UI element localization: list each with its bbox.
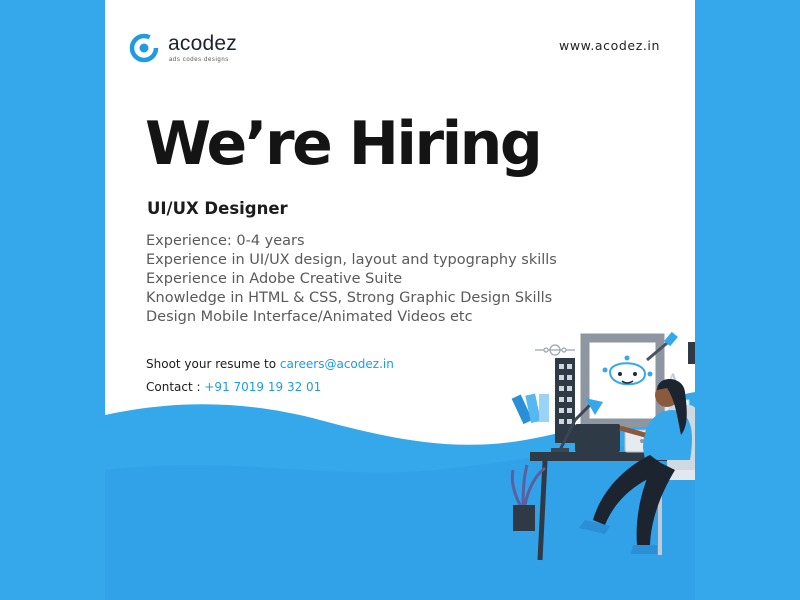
resume-label: Shoot your resume to: [146, 357, 277, 371]
designer-illustration: A: [510, 331, 695, 561]
requirement-item: Design Mobile Interface/Animated Videos …: [146, 309, 473, 325]
website-link[interactable]: www.acodez.in: [559, 38, 660, 53]
color-swatches: [511, 393, 549, 425]
brand-name: acodez: [168, 32, 237, 55]
requirement-item: Experience: 0-4 years: [146, 233, 305, 249]
phone-link[interactable]: +91 7019 19 32 01: [204, 380, 321, 394]
brand-logo[interactable]: acodez ads codes designs: [129, 33, 237, 63]
contact-label: Contact :: [146, 380, 201, 394]
requirement-item: Knowledge in HTML & CSS, Strong Graphic …: [146, 290, 553, 306]
requirement-item: Experience in Adobe Creative Suite: [146, 271, 403, 287]
brand-tagline: ads codes designs: [169, 57, 229, 63]
resume-line: Shoot your resume to careers@acodez.in: [146, 357, 394, 371]
requirements-list: Experience: 0-4 years Experience in UI/U…: [146, 232, 557, 327]
email-link[interactable]: careers@acodez.in: [280, 357, 394, 371]
tools-palette: [555, 358, 575, 443]
contact-line: Contact : +91 7019 19 32 01: [146, 380, 321, 394]
hiring-poster: acodez ads codes designs www.acodez.in W…: [105, 0, 695, 600]
layers-panel: [688, 342, 695, 364]
requirement-item: Experience in UI/UX design, layout and t…: [146, 252, 557, 268]
pen-tool-icon: [535, 344, 575, 356]
logo-text: acodez ads codes designs: [168, 32, 237, 64]
headline: We’re Hiring: [145, 109, 543, 179]
acodez-logo-icon: [129, 33, 159, 63]
job-title: UI/UX Designer: [147, 199, 288, 218]
